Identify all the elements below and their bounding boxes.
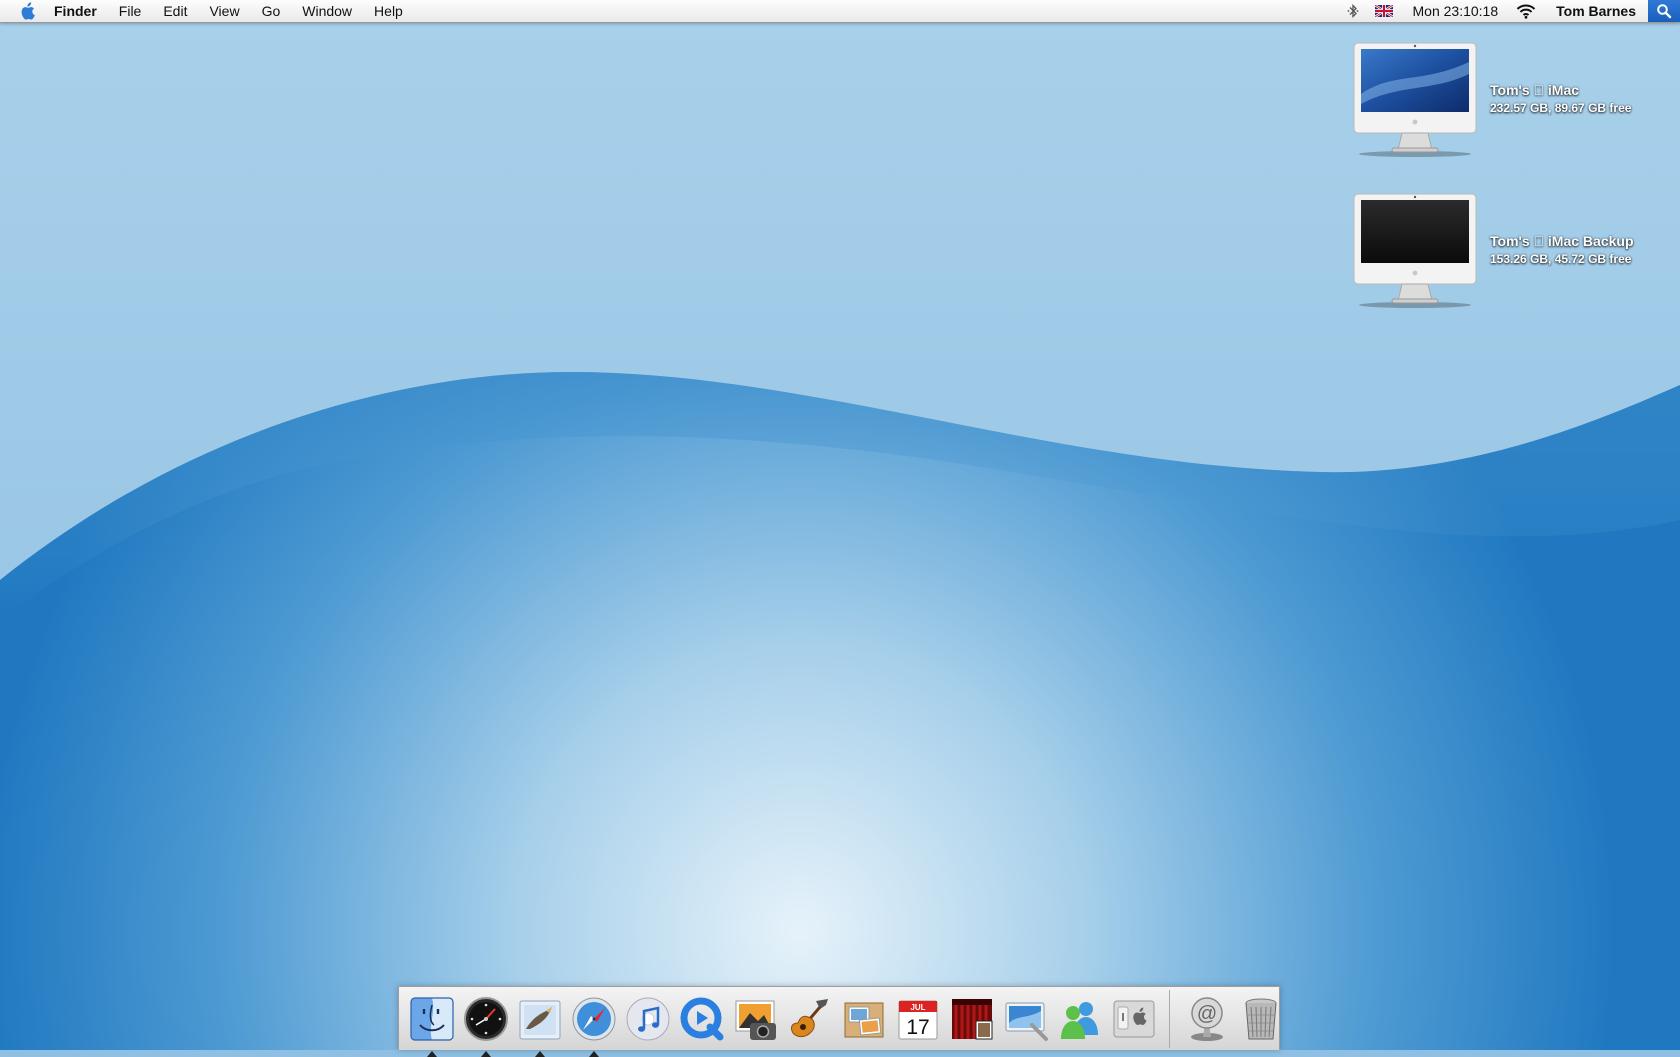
running-indicator <box>481 1050 491 1057</box>
dock-iweb[interactable] <box>1002 995 1050 1043</box>
wifi-icon <box>1516 4 1536 19</box>
dock-garageband[interactable] <box>786 995 834 1043</box>
mail-icon <box>519 1000 561 1039</box>
dock-safari[interactable] <box>570 995 618 1057</box>
imac-backup-hd-icon <box>1353 193 1477 308</box>
bluetooth-menu[interactable] <box>1339 0 1367 22</box>
menu-edit[interactable]: Edit <box>152 0 198 22</box>
itunes-icon <box>626 997 670 1040</box>
apple-logo-icon <box>21 2 35 20</box>
menu-clock[interactable]: Mon 23:10:18 <box>1401 3 1509 19</box>
imac-hd-icon <box>1353 42 1477 157</box>
dock-internet-connect[interactable]: @ <box>1183 995 1231 1043</box>
trash-icon <box>1245 998 1277 1039</box>
dock-dashboard[interactable] <box>462 995 510 1057</box>
running-indicator <box>535 1050 545 1057</box>
dock-preview[interactable] <box>840 995 888 1043</box>
safari-icon <box>572 997 616 1040</box>
dock-iphoto[interactable] <box>732 995 780 1043</box>
dock: JUL 17 @ <box>398 986 1280 1057</box>
garageband-icon <box>791 998 828 1037</box>
dock-finder[interactable] <box>408 995 456 1057</box>
drive-toms-imac-backup[interactable]: Tom's  iMac Backup 153.26 GB, 45.72 GB … <box>1352 193 1660 311</box>
user-menu[interactable]: Tom Barnes <box>1544 3 1648 19</box>
ical-icon: JUL 17 <box>898 1000 938 1039</box>
menu-bar: Finder File Edit View Go Window Help Mon… <box>0 0 1680 23</box>
menu-help[interactable]: Help <box>363 0 414 22</box>
preview-icon <box>844 1002 884 1037</box>
uk-flag-icon <box>1374 5 1393 17</box>
wifi-menu[interactable] <box>1508 0 1544 22</box>
dashboard-icon <box>464 996 508 1041</box>
iweb-icon <box>1005 1002 1048 1041</box>
dock-frontrow[interactable] <box>948 995 996 1043</box>
svg-text:@: @ <box>1197 1003 1217 1025</box>
input-menu[interactable] <box>1367 0 1401 22</box>
system-preferences-icon <box>1113 1000 1155 1037</box>
frontrow-icon <box>952 998 993 1039</box>
drive-name: Tom's  iMac <box>1490 82 1579 98</box>
menu-file[interactable]: File <box>108 0 153 22</box>
bluetooth-icon <box>1347 4 1358 18</box>
iphoto-icon <box>735 1000 776 1040</box>
msn-messenger-icon <box>1061 1001 1098 1039</box>
ical-month: JUL <box>910 1003 925 1012</box>
drive-info: 232.57 GB, 89.67 GB free <box>1490 101 1632 115</box>
menu-go[interactable]: Go <box>251 0 292 22</box>
menu-app-finder[interactable]: Finder <box>54 0 108 22</box>
menu-window[interactable]: Window <box>291 0 363 22</box>
drive-info: 153.26 GB, 45.72 GB free <box>1490 252 1632 266</box>
drive-toms-imac[interactable]: Tom's  iMac 232.57 GB, 89.67 GB free <box>1352 42 1660 160</box>
spotlight-icon <box>1657 4 1672 19</box>
spotlight-button[interactable] <box>1648 0 1680 22</box>
dock-itunes[interactable] <box>624 995 672 1043</box>
running-indicator <box>427 1050 437 1057</box>
dock-mail[interactable] <box>516 995 564 1057</box>
dock-system-preferences[interactable] <box>1110 995 1158 1043</box>
dock-ical[interactable]: JUL 17 <box>894 995 942 1043</box>
menu-view[interactable]: View <box>198 0 250 22</box>
ical-day: 17 <box>906 1016 929 1039</box>
finder-icon <box>410 996 454 1041</box>
drive-name: Tom's  iMac Backup <box>1490 233 1634 249</box>
internet-connect-icon: @ <box>1191 996 1223 1041</box>
dock-trash[interactable] <box>1237 995 1285 1043</box>
dock-separator <box>1169 989 1170 1048</box>
dock-msn-messenger[interactable] <box>1056 995 1104 1043</box>
running-indicator <box>589 1050 599 1057</box>
apple-menu[interactable] <box>0 0 54 22</box>
dock-quicktime[interactable] <box>678 995 726 1043</box>
quicktime-icon <box>680 997 724 1040</box>
